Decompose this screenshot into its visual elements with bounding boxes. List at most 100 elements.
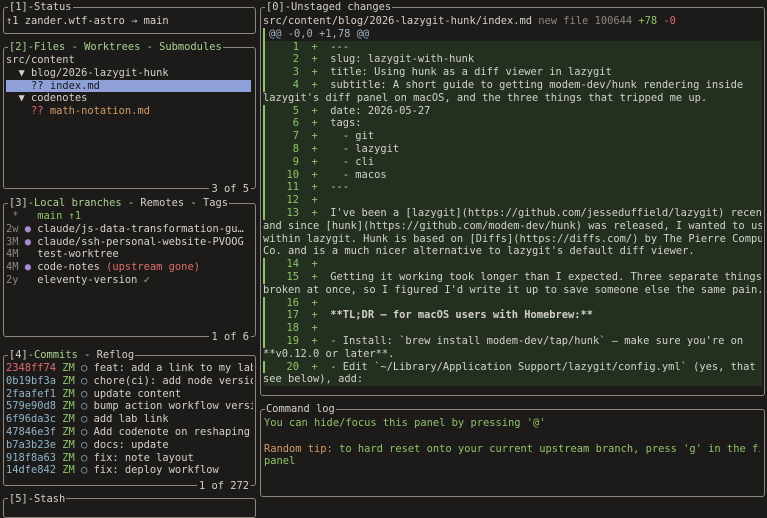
diff-line[interactable]: 1 + --- — [263, 40, 762, 54]
commit-graph-icon: ○ — [74, 387, 94, 400]
branch-name: main — [37, 210, 63, 222]
commit-author: ZM — [56, 438, 75, 451]
line-number: 3 — [292, 66, 299, 79]
commit-row[interactable]: 0b19bf3a ZM ○ chore(ci): add node versio… — [6, 375, 253, 388]
file-name: index.md — [49, 79, 100, 92]
branch-dot-icon — [25, 248, 38, 260]
file-name: blog/2026-lazygit-hunk — [31, 66, 169, 79]
file-tree-item[interactable]: ?? index.md — [6, 79, 251, 93]
files-panel[interactable]: [2]-Files - Worktrees - Submodules src/c… — [3, 41, 256, 195]
added-marker: + — [299, 78, 331, 91]
files-panel-counter: 3 of 5 — [209, 183, 251, 195]
branch-sync-status: ↑1 — [62, 210, 82, 222]
branch-item[interactable]: 2y eleventy-version ✓ — [6, 274, 251, 287]
commit-graph-icon: ○ — [74, 362, 94, 374]
diff-line[interactable]: 4 + subtitle: A short guide to getting m… — [263, 78, 762, 92]
chevron-down-icon[interactable]: ▼ — [19, 67, 32, 79]
file-tree-item[interactable]: src/content — [6, 54, 251, 67]
diff-line[interactable]: 5 + date: 2026-05-27 — [263, 104, 762, 118]
branch-item[interactable]: * main ↑1 — [6, 210, 251, 223]
diff-line[interactable]: 8 + - lazygit — [263, 142, 762, 156]
commit-message: chore(ci): add node version — [93, 374, 253, 387]
file-tree-item[interactable]: ▼ blog/2026-lazygit-hunk — [6, 67, 251, 80]
commit-hash: 579e90d8 — [6, 400, 57, 413]
line-number: 20 — [286, 360, 299, 373]
diff-line[interactable]: 9 + - cli — [263, 155, 762, 169]
command-log-panel[interactable]: Command log You can hide/focus this pane… — [260, 403, 765, 497]
line-number: 5 — [292, 104, 299, 117]
diff-line[interactable]: 6 + tags: — [263, 117, 762, 131]
added-marker: + — [299, 66, 331, 79]
branch-item[interactable]: 2w ● claude/js-data-transformation-gu… ↑… — [6, 223, 251, 236]
status-panel[interactable]: [1]-Status ↑1 zander.wtf-astro → main — [3, 1, 256, 34]
branch-item[interactable]: 4M ● code-notes (upstream gone) — [6, 261, 251, 274]
hunk-header: @@ -0,0 +1,78 @@ — [263, 27, 762, 41]
commit-row[interactable]: 6f96da3c ZM ○ add lab link — [6, 413, 253, 426]
line-text: --- — [330, 40, 350, 53]
commit-graph-icon: ○ — [74, 451, 94, 464]
file-tree-item[interactable]: ▼ codenotes — [6, 92, 251, 105]
added-marker: + — [299, 194, 331, 207]
diff-line[interactable]: 14 + — [263, 258, 762, 271]
branch-age: 4M — [6, 261, 25, 274]
line-text: - Install: `brew install modem-dev/tap/h… — [330, 334, 744, 347]
diff-line-wrap: within lazygit. Hunk is based on [Diffs]… — [263, 232, 762, 246]
branch-age: 4M — [6, 248, 25, 261]
file-tree-item[interactable]: ?? math-notation.md — [6, 105, 251, 118]
line-number: 15 — [286, 270, 299, 283]
file-name: math-notation.md — [49, 105, 150, 118]
random-tip-cont: panel — [264, 455, 296, 468]
commit-row[interactable]: 579e90d8 ZM ○ bump action workflow versi… — [6, 400, 253, 413]
diff-line[interactable]: 7 + - git — [263, 130, 762, 143]
commits-panel-title[interactable]: [4]-Commits - Reflog — [8, 349, 136, 361]
commit-row[interactable]: 14dfe842 ZM ○ fix: deploy workflow — [6, 464, 253, 477]
diff-line[interactable]: 13 + I've been a [lazygit](https://githu… — [263, 206, 762, 220]
diff-line[interactable]: 3 + title: Using hunk as a diff viewer i… — [263, 66, 762, 79]
branch-name: eleventy-version — [37, 273, 138, 286]
line-number: 10 — [286, 168, 299, 181]
commit-row[interactable]: 918f8a63 ZM ○ fix: note layout — [6, 452, 253, 465]
diff-line[interactable]: 10 + - macos — [263, 168, 762, 182]
diff-line[interactable]: 18 + — [263, 322, 762, 335]
commit-row[interactable]: 2348ff74 ZM ○ feat: add a link to my lab — [6, 362, 253, 375]
branch-sync-status: (upstream gone) — [99, 261, 200, 274]
commit-row[interactable]: b7a3b23e ZM ○ docs: update — [6, 439, 253, 452]
line-text: - Edit `~/Library/Application Support/la… — [330, 360, 762, 373]
branch-sync-status: ✓ — [137, 273, 150, 286]
diff-line[interactable]: 12 + — [263, 194, 762, 207]
commit-row[interactable]: 47846e3f ZM ○ Add codenote on reshaping … — [6, 426, 253, 439]
branch-list: * main ↑1 2w ● claude/js-data-transformat… — [6, 210, 251, 287]
branches-panel[interactable]: [3]-Local branches - Remotes - Tags * ma… — [3, 197, 256, 343]
diff-line[interactable]: 11 + --- — [263, 181, 762, 195]
stash-panel[interactable]: [5]-Stash — [3, 493, 256, 518]
line-text: - lazygit — [330, 142, 400, 155]
line-number: 4 — [292, 78, 299, 91]
branch-item[interactable]: 4M test-worktree — [6, 248, 251, 261]
diff-panel[interactable]: [0]-Unstaged changes src/content/blog/20… — [260, 1, 765, 396]
line-number: 8 — [292, 142, 299, 155]
commits-panel[interactable]: [4]-Commits - Reflog 2348ff74 ZM ○ feat:… — [3, 349, 256, 492]
files-panel-title[interactable]: [2]-Files - Worktrees - Submodules — [8, 41, 223, 53]
diff-line[interactable]: 2 + slug: lazygit-with-hunk — [263, 53, 762, 67]
diff-content: src/content/blog/2026-lazygit-hunk/index… — [263, 15, 762, 387]
commit-graph-icon: ○ — [74, 464, 94, 477]
stash-panel-title: [5]-Stash — [8, 493, 67, 505]
commit-hash: 918f8a63 — [6, 451, 57, 464]
commit-author: ZM — [56, 413, 75, 426]
chevron-down-icon[interactable]: ▼ — [19, 92, 32, 104]
diff-line[interactable]: 19 + - Install: `brew install modem-dev/… — [263, 334, 762, 348]
commit-hash: 2348ff74 — [6, 362, 57, 374]
branch-sync-status: ✓ — [244, 236, 251, 248]
commit-author: ZM — [56, 400, 75, 413]
diff-line[interactable]: 15 + Getting it working took longer than… — [263, 270, 762, 284]
branch-item[interactable]: 3M ● claude/ssh-personal-website-PVOOG ✓ — [6, 236, 251, 249]
commit-hash: 14dfe842 — [6, 464, 57, 477]
diff-line-wrap: Co. and is a much nicer alternative to l… — [263, 245, 762, 259]
diff-line[interactable]: 20 + - Edit `~/Library/Application Suppo… — [263, 360, 762, 374]
line-number: 6 — [292, 117, 299, 130]
added-marker: + — [299, 104, 331, 117]
commit-row[interactable]: 2faafef1 ZM ○ update content — [6, 388, 253, 401]
branches-panel-title[interactable]: [3]-Local branches - Remotes - Tags — [8, 197, 229, 209]
diff-line[interactable]: 16 + — [263, 296, 762, 310]
diff-line[interactable]: 17 + **TL;DR — for macOS users with Home… — [263, 309, 762, 323]
